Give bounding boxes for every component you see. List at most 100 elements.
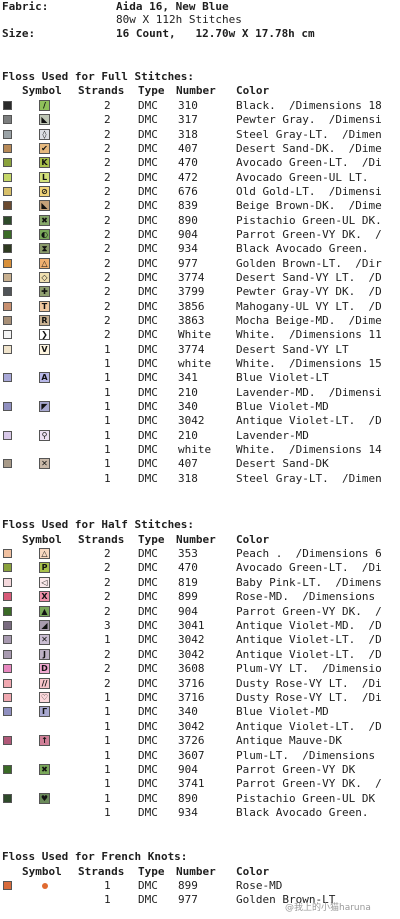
floss-type: DMC bbox=[138, 242, 158, 256]
header-type: Type bbox=[138, 84, 165, 97]
color-swatch bbox=[3, 592, 12, 602]
floss-number: 934 bbox=[178, 242, 198, 256]
header-strands: Strands bbox=[78, 865, 125, 878]
floss-number: 340 bbox=[178, 399, 198, 413]
floss-type: DMC bbox=[138, 471, 158, 485]
color-swatch bbox=[3, 678, 12, 688]
floss-type: DMC bbox=[138, 313, 158, 327]
floss-number: 890 bbox=[178, 213, 198, 227]
color-name: Steel Gray-LT. /Dimen bbox=[236, 127, 382, 141]
floss-number: white bbox=[178, 442, 212, 456]
color-name: White. /Dimensions 15 bbox=[236, 356, 382, 370]
strands-value: 1 bbox=[104, 414, 111, 428]
stitch-symbol-icon: V bbox=[39, 343, 50, 355]
floss-type: DMC bbox=[138, 719, 158, 733]
header-symbol: Symbol bbox=[22, 533, 62, 546]
color-name: Black. /Dimensions 18 bbox=[236, 99, 382, 112]
floss-number: 3042 bbox=[178, 647, 205, 661]
floss-number: 3799 bbox=[178, 285, 205, 299]
color-name: Black Avocado Green. bbox=[236, 806, 382, 820]
color-name: Blue Violet-MD bbox=[236, 705, 329, 719]
floss-number: 899 bbox=[178, 590, 198, 604]
strands-value: 2 bbox=[104, 676, 111, 690]
full-title: Floss Used for Full Stitches: bbox=[2, 70, 195, 83]
floss-type: DMC bbox=[138, 328, 158, 342]
floss-number: 340 bbox=[178, 705, 198, 719]
strands-value: 2 bbox=[104, 199, 111, 213]
floss-type: DMC bbox=[138, 748, 158, 762]
color-swatch bbox=[3, 881, 12, 890]
floss-type: DMC bbox=[138, 156, 158, 170]
color-name: Beige Brown-DK. /Dime bbox=[236, 199, 382, 213]
floss-type: DMC bbox=[138, 590, 158, 604]
floss-number: 676 bbox=[178, 184, 198, 198]
floss-number: 934 bbox=[178, 806, 198, 820]
fabric-value: Aida 16, New Blue bbox=[116, 0, 229, 13]
color-name: Rose-MD. /Dimensions bbox=[236, 590, 382, 604]
floss-number: 407 bbox=[178, 457, 198, 471]
color-name: Mahogany-UL VY LT. /D bbox=[236, 299, 382, 313]
french-knot-dot-icon bbox=[42, 883, 48, 889]
floss-number: 470 bbox=[178, 561, 198, 575]
color-name: Lavender-MD. /Dimensi bbox=[236, 385, 382, 399]
watermark: @我上的小猫haruna bbox=[285, 903, 371, 913]
color-swatch bbox=[3, 401, 12, 411]
size-label: Size: bbox=[2, 27, 36, 40]
strands-value: 2 bbox=[104, 547, 111, 560]
stitch-symbol-icon: R bbox=[39, 314, 50, 326]
stitches-value: 80w X 112h Stitches bbox=[116, 13, 242, 26]
strands-value: 2 bbox=[104, 256, 111, 270]
stitch-symbol-icon: ✕ bbox=[39, 634, 50, 646]
stitch-symbol-icon: P bbox=[39, 562, 50, 574]
floss-number: 3741 bbox=[178, 777, 205, 791]
strands-value: 2 bbox=[104, 313, 111, 327]
floss-type: DMC bbox=[138, 791, 158, 805]
strands-value: 1 bbox=[104, 633, 111, 647]
header-number: Number bbox=[176, 533, 216, 546]
color-name: Antique Violet-MD. /D bbox=[236, 619, 382, 632]
header-symbol: Symbol bbox=[22, 865, 62, 878]
size-value: 16 Count, 12.70w X 17.78h cm bbox=[116, 27, 315, 40]
floss-number: 3607 bbox=[178, 748, 205, 762]
stitch-symbol-icon: J bbox=[39, 648, 50, 660]
color-name: Mocha Beige-MD. /Dime bbox=[236, 313, 382, 327]
fabric-row: Fabric: Aida 16, New Blue bbox=[0, 0, 229, 14]
strands-value: 1 bbox=[104, 893, 111, 907]
color-name: Desert Sand-DK bbox=[236, 457, 329, 471]
color-name: Desert Sand-VY LT. /D bbox=[236, 270, 382, 284]
stitch-symbol-icon: ✖ bbox=[39, 214, 50, 226]
strands-value: 2 bbox=[104, 604, 111, 618]
color-swatch bbox=[3, 577, 12, 587]
stitch-symbol-icon: ✔ bbox=[39, 142, 50, 154]
floss-type: DMC bbox=[138, 763, 158, 776]
color-name: White. /Dimensions 14 bbox=[236, 442, 382, 456]
color-swatch bbox=[3, 664, 12, 674]
color-swatch bbox=[3, 229, 12, 239]
stitch-symbol-icon: ⊘ bbox=[39, 185, 50, 197]
color-name: Dusty Rose-VY LT. /Di bbox=[236, 676, 382, 690]
stitch-symbol-icon: X bbox=[39, 591, 50, 603]
floss-type: DMC bbox=[138, 342, 158, 356]
floss-number: 353 bbox=[178, 547, 198, 560]
color-name: Parrot Green-VY DK. / bbox=[236, 227, 382, 241]
color-name: Pistachio Green-UL DK bbox=[236, 791, 376, 805]
color-swatch bbox=[3, 172, 12, 182]
color-swatch bbox=[3, 301, 12, 311]
strands-value: 1 bbox=[104, 428, 111, 442]
floss-type: DMC bbox=[138, 285, 158, 299]
color-name: Lavender-MD bbox=[236, 428, 309, 442]
floss-type: DMC bbox=[138, 399, 158, 413]
strands-value: 1 bbox=[104, 371, 111, 385]
strands-value: 2 bbox=[104, 127, 111, 141]
fabric-label: Fabric: bbox=[2, 0, 49, 13]
floss-type: DMC bbox=[138, 170, 158, 184]
color-name: Peach . /Dimensions 6 bbox=[236, 547, 382, 560]
stitch-symbol-icon: ◊ bbox=[39, 128, 50, 140]
floss-type: DMC bbox=[138, 647, 158, 661]
color-swatch bbox=[3, 707, 12, 717]
floss-type: DMC bbox=[138, 184, 158, 198]
header-strands: Strands bbox=[78, 533, 125, 546]
floss-type: DMC bbox=[138, 213, 158, 227]
stitch-symbol-icon: ◤ bbox=[39, 400, 50, 412]
floss-type: DMC bbox=[138, 662, 158, 676]
